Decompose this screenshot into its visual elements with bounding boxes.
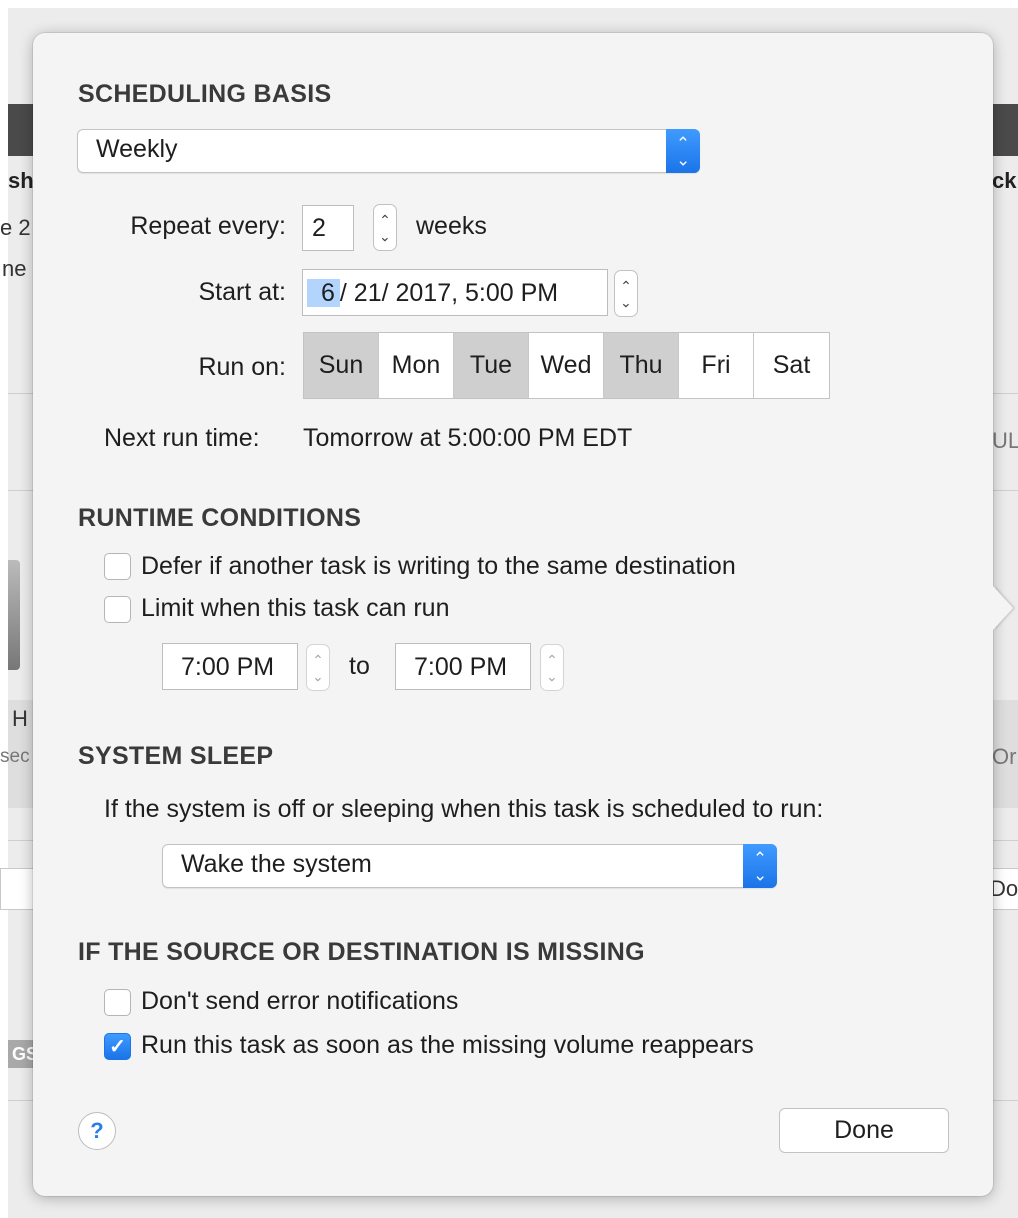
day-tue[interactable]: Tue	[454, 333, 529, 398]
limit-checkbox[interactable]	[104, 596, 131, 623]
no-error-notifications-label[interactable]: Don't send error notifications	[141, 987, 458, 1016]
repeat-unit-label: weeks	[416, 212, 487, 240]
limit-to-label: to	[349, 652, 370, 680]
bg-text: ULE	[992, 428, 1018, 453]
scheduling-basis-popup[interactable]: Weekly ⌃ ⌃	[77, 129, 700, 173]
run-on-label: Run on:	[198, 353, 286, 381]
next-run-label: Next run time:	[104, 424, 260, 452]
system-sleep-value: Wake the system	[181, 850, 372, 878]
day-thu[interactable]: Thu	[604, 333, 679, 398]
scheduling-basis-heading: SCHEDULING BASIS	[78, 80, 332, 108]
system-sleep-popup[interactable]: Wake the system ⌃ ⌃	[162, 844, 777, 888]
day-fri[interactable]: Fri	[679, 333, 754, 398]
bg-text: sh	[8, 168, 34, 193]
bg-text: ne	[2, 256, 27, 281]
day-mon[interactable]: Mon	[379, 333, 454, 398]
day-wed[interactable]: Wed	[529, 333, 604, 398]
bg-text: e 2	[0, 215, 31, 240]
bg-text: Or	[992, 744, 1017, 769]
limit-from-time-field[interactable]: 7:00 PM	[162, 643, 298, 690]
scheduling-basis-value: Weekly	[96, 135, 178, 163]
bg-text: ck	[992, 168, 1017, 193]
system-sleep-heading: SYSTEM SLEEP	[78, 742, 274, 770]
popover-arrow	[993, 586, 1013, 630]
bg-text: Do	[990, 876, 1018, 901]
up-down-chevron-icon: ⌃ ⌃	[743, 844, 777, 888]
done-button[interactable]: Done	[779, 1108, 949, 1153]
defer-label[interactable]: Defer if another task is writing to the …	[141, 552, 736, 581]
limit-to-stepper[interactable]: ⌃ ⌃	[540, 644, 564, 691]
start-date-stepper[interactable]: ⌃ ⌃	[614, 270, 638, 317]
day-sat[interactable]: Sat	[754, 333, 829, 398]
drive-icon	[8, 560, 20, 670]
repeat-interval-stepper[interactable]: ⌃ ⌃	[373, 204, 397, 251]
start-at-label: Start at:	[198, 278, 286, 306]
next-run-value: Tomorrow at 5:00:00 PM EDT	[303, 424, 633, 452]
defer-checkbox[interactable]	[104, 553, 131, 580]
run-on-reappear-label[interactable]: Run this task as soon as the missing vol…	[141, 1031, 754, 1060]
repeat-interval-field[interactable]: 2	[302, 205, 354, 251]
limit-to-time-field[interactable]: 7:00 PM	[395, 643, 531, 690]
runtime-conditions-heading: RUNTIME CONDITIONS	[78, 504, 362, 532]
repeat-every-label: Repeat every:	[130, 212, 286, 240]
run-on-reappear-checkbox[interactable]: ✓	[104, 1033, 131, 1060]
system-sleep-description: If the system is off or sleeping when th…	[104, 795, 824, 823]
run-on-days: Sun Mon Tue Wed Thu Fri Sat	[303, 332, 830, 399]
up-down-chevron-icon: ⌃ ⌃	[666, 129, 700, 173]
bg-text: H	[12, 706, 28, 731]
missing-volume-heading: IF THE SOURCE OR DESTINATION IS MISSING	[78, 938, 645, 966]
bg-text: sec	[0, 746, 30, 767]
day-sun[interactable]: Sun	[304, 333, 379, 398]
help-button[interactable]: ?	[78, 1112, 116, 1150]
start-date-rest: / 21/ 2017, 5:00 PM	[339, 279, 559, 307]
start-month-segment[interactable]: 6	[307, 279, 340, 307]
start-date-field[interactable]: 6/ 21/ 2017, 5:00 PM	[302, 269, 608, 316]
limit-from-stepper[interactable]: ⌃ ⌃	[306, 644, 330, 691]
checkmark-icon: ✓	[109, 1036, 126, 1058]
limit-label[interactable]: Limit when this task can run	[141, 594, 449, 623]
no-error-notifications-checkbox[interactable]	[104, 989, 131, 1016]
